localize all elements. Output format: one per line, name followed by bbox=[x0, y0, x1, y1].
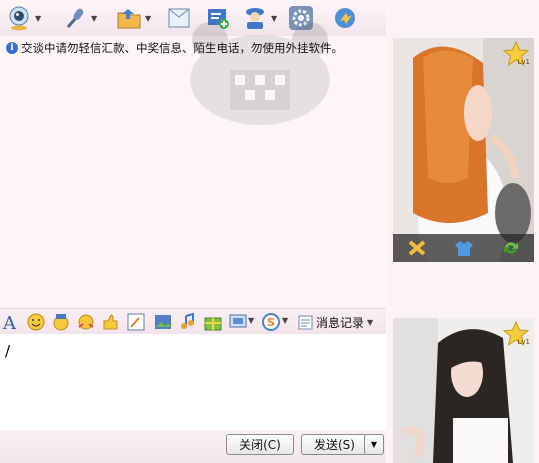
send-options-button[interactable]: ▼ bbox=[364, 434, 384, 455]
emoticon-icon[interactable] bbox=[27, 313, 45, 331]
thumbs-up-icon[interactable] bbox=[101, 313, 119, 331]
webcam-button[interactable]: ▼ bbox=[6, 2, 41, 34]
history-icon bbox=[298, 315, 313, 329]
message-history-label: 消息记录 bbox=[316, 315, 365, 330]
my-show-avatar[interactable]: Lv1 bbox=[393, 318, 534, 463]
chevron-down-icon[interactable]: ▼ bbox=[35, 14, 41, 23]
chevron-down-icon[interactable]: ▼ bbox=[91, 14, 97, 23]
microphone-icon bbox=[66, 8, 84, 28]
send-button[interactable]: 发送(S) bbox=[301, 434, 367, 455]
chevron-down-icon[interactable]: ▼ bbox=[248, 316, 254, 325]
refresh-icon[interactable] bbox=[501, 238, 521, 258]
outfit-icon[interactable] bbox=[454, 238, 474, 258]
font-icon[interactable]: A bbox=[2, 313, 20, 331]
soso-search-icon[interactable]: S bbox=[262, 313, 280, 331]
security-notice: i 交谈中请勿轻信汇款、中奖信息、陌生电话，勿使用外挂软件。 bbox=[6, 40, 343, 56]
message-history-area[interactable] bbox=[0, 36, 386, 306]
show-actions-bar bbox=[393, 234, 534, 262]
message-input[interactable]: / bbox=[0, 334, 386, 430]
music-icon[interactable] bbox=[179, 313, 197, 331]
close-button[interactable]: 关闭(C) bbox=[226, 434, 294, 455]
level-badge-text: Lv1 bbox=[517, 58, 531, 66]
send-image-icon[interactable] bbox=[154, 313, 172, 331]
gift-icon[interactable] bbox=[204, 313, 222, 331]
text-cursor: / bbox=[5, 342, 11, 360]
svg-text:S: S bbox=[267, 316, 275, 329]
webcam-icon bbox=[9, 6, 29, 31]
avatar-illustration bbox=[393, 38, 534, 262]
shake-window-icon[interactable] bbox=[77, 313, 95, 331]
action-bar: 关闭(C) 发送(S) ▼ bbox=[0, 430, 386, 463]
friend-show-avatar[interactable]: Lv1 bbox=[393, 38, 534, 262]
security-notice-text: 交谈中请勿轻信汇款、中奖信息、陌生电话，勿使用外挂软件。 bbox=[21, 41, 343, 55]
scribble-icon[interactable] bbox=[127, 313, 145, 331]
right-show-panel: Lv1 Lv1 bbox=[388, 0, 539, 463]
level-badge-text: Lv1 bbox=[517, 338, 531, 346]
chevron-down-icon[interactable]: ▼ bbox=[367, 318, 373, 327]
chevron-down-icon[interactable]: ▼ bbox=[282, 316, 288, 325]
send-file-icon bbox=[117, 9, 141, 29]
chevron-down-icon: ▼ bbox=[370, 440, 378, 449]
screenshot-icon[interactable] bbox=[229, 313, 247, 331]
format-toolbar: A ▼ S ▼ 消息记录 ▼ bbox=[0, 308, 386, 335]
svg-text:A: A bbox=[2, 313, 17, 331]
message-history-button[interactable]: 消息记录 ▼ bbox=[298, 313, 373, 331]
send-file-button[interactable]: ▼ bbox=[116, 2, 151, 34]
shuffle-icon[interactable] bbox=[407, 238, 427, 258]
magic-emoticon-icon[interactable] bbox=[52, 313, 70, 331]
voice-button[interactable]: ▼ bbox=[62, 2, 97, 34]
info-icon: i bbox=[6, 42, 18, 54]
